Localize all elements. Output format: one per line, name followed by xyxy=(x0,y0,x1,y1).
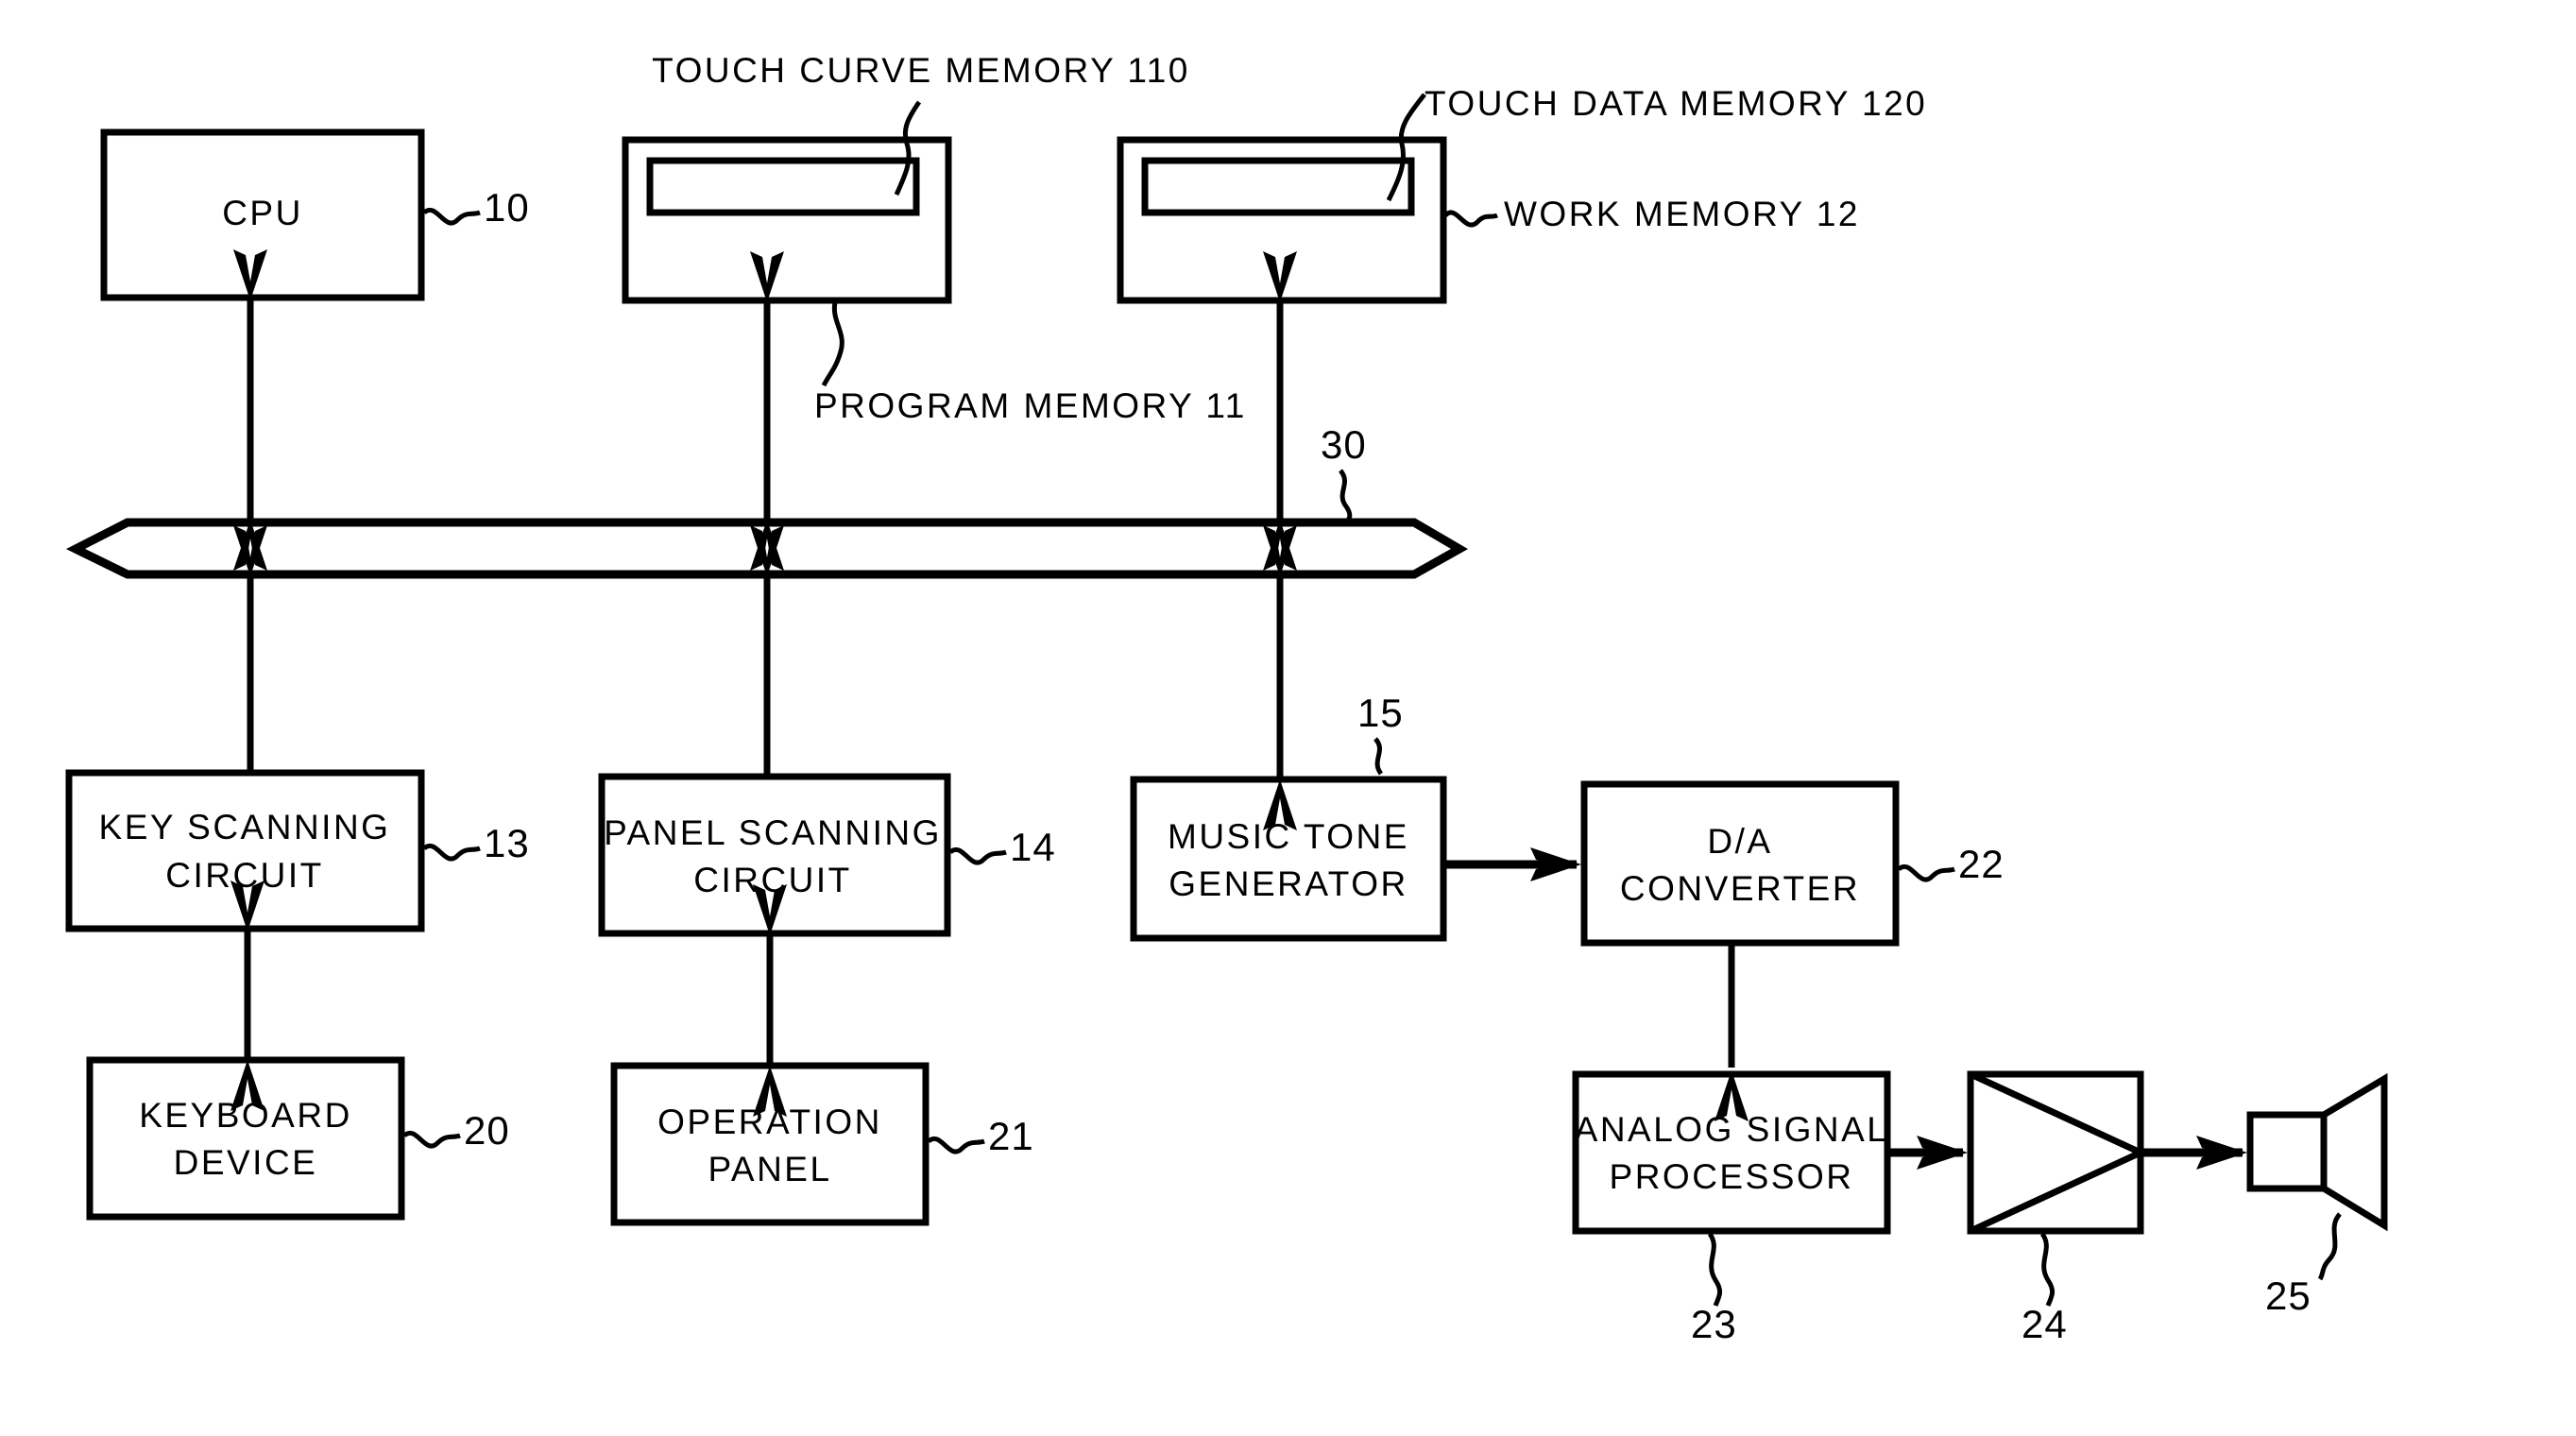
leader-analog-signal-processor xyxy=(1707,1232,1723,1307)
block-keyboard-device-line1: KEYBOARD xyxy=(139,1096,352,1135)
block-da-converter-line1: D/A xyxy=(1707,822,1772,861)
arrowhead-cpu-up xyxy=(233,249,267,300)
block-operation-panel-line2: PANEL xyxy=(708,1150,831,1188)
ref-number-keyboard-device: 20 xyxy=(464,1108,510,1153)
amplifier-triangle-icon xyxy=(1969,1070,2149,1235)
ref-number-music-tone-generator: 15 xyxy=(1357,691,1404,735)
ref-number-da-converter: 22 xyxy=(1958,842,2005,886)
leader-program-memory xyxy=(821,301,844,387)
ref-number-analog-signal-processor: 23 xyxy=(1691,1302,1737,1346)
lead-line-key-scanning xyxy=(422,844,481,862)
block-key-scanning-circuit-line2: CIRCUIT xyxy=(165,856,324,895)
lead-line-cpu xyxy=(422,208,481,226)
label-program-memory: PROGRAM MEMORY 11 xyxy=(814,386,1247,425)
lead-line-operation-panel xyxy=(927,1137,985,1154)
lead-line-panel-scanning xyxy=(948,847,1007,865)
lead-line-da-converter xyxy=(1897,864,1955,882)
block-analog-signal-processor-line2: PROCESSOR xyxy=(1610,1157,1854,1196)
leader-music-tone-generator xyxy=(1373,737,1384,776)
leader-bus xyxy=(1338,469,1353,527)
label-work-memory: WORK MEMORY 12 xyxy=(1504,195,1860,233)
block-da-converter xyxy=(1580,780,1900,947)
leader-touch-data-memory xyxy=(1386,93,1426,202)
speaker-body-icon xyxy=(2246,1111,2328,1192)
block-analog-signal-processor xyxy=(1572,1070,1891,1235)
ref-number-key-scanning: 13 xyxy=(484,821,530,865)
block-operation-panel xyxy=(610,1062,930,1226)
block-touch-data-memory xyxy=(1141,157,1415,216)
block-key-scanning-circuit-line1: KEY SCANNING xyxy=(99,808,391,846)
block-da-converter-line2: CONVERTER xyxy=(1620,869,1860,908)
block-keyboard-device-line2: DEVICE xyxy=(174,1143,318,1182)
ref-number-operation-panel: 21 xyxy=(988,1114,1034,1158)
block-amplifier xyxy=(1967,1070,2144,1235)
block-analog-signal-processor-line1: ANALOG SIGNAL xyxy=(1575,1110,1889,1149)
label-touch-curve-memory: TOUCH CURVE MEMORY 110 xyxy=(652,51,1190,90)
ref-number-cpu: 10 xyxy=(484,185,530,230)
block-cpu-label: CPU xyxy=(222,194,303,232)
block-music-tone-generator-line1: MUSIC TONE xyxy=(1168,817,1409,856)
ref-number-bus: 30 xyxy=(1321,422,1367,467)
lead-line-keyboard-device xyxy=(402,1131,461,1149)
label-touch-data-memory: TOUCH DATA MEMORY 120 xyxy=(1424,84,1927,123)
block-operation-panel-line1: OPERATION xyxy=(657,1103,882,1141)
ref-number-speaker: 25 xyxy=(2265,1274,2312,1318)
block-panel-scanning-circuit-line1: PANEL SCANNING xyxy=(604,813,942,852)
patent-figure-canvas: CPU 10 TOUCH CURVE MEMORY 110 PROGRAM ME… xyxy=(0,0,2576,1436)
ref-number-amplifier: 24 xyxy=(2022,1302,2068,1346)
arrowhead-program-memory-up xyxy=(750,251,784,302)
ref-number-panel-scanning: 14 xyxy=(1010,825,1056,869)
block-panel-scanning-circuit-line2: CIRCUIT xyxy=(693,861,852,899)
block-music-tone-generator xyxy=(1130,776,1447,942)
block-touch-curve-memory xyxy=(646,157,920,216)
speaker-cone-icon xyxy=(2322,1072,2388,1232)
arrowhead-work-memory-up xyxy=(1263,251,1297,302)
leader-work-memory xyxy=(1443,210,1498,228)
block-diagram: CPU 10 TOUCH CURVE MEMORY 110 PROGRAM ME… xyxy=(65,51,2388,1346)
block-music-tone-generator-line2: GENERATOR xyxy=(1169,864,1407,903)
leader-amplifier xyxy=(2039,1232,2056,1307)
leader-speaker xyxy=(2317,1212,2343,1281)
